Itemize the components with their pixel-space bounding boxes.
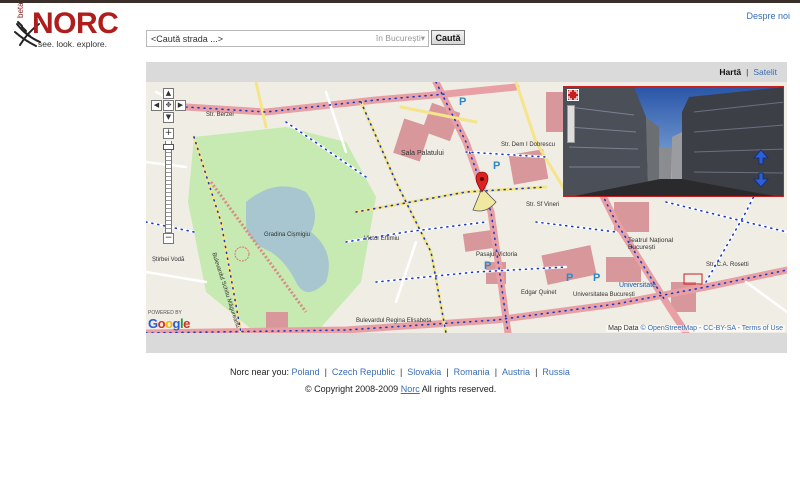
- norc-near-you: Norc near you: Poland | Czech Republic | Slo…: [230, 367, 570, 377]
- country-separator: |: [494, 367, 498, 377]
- country-link-russia[interactable]: Russia: [542, 367, 570, 377]
- label-victor-eftimiu: Victor Eftimiu: [364, 236, 400, 242]
- label-pasajul-victoria: Pasajul Victoria: [476, 252, 518, 258]
- center-icon[interactable]: ✥: [163, 100, 174, 111]
- country-link-romania[interactable]: Romania: [454, 367, 490, 377]
- country-separator: |: [399, 367, 403, 377]
- terms-of-use-link[interactable]: - Terms of Use: [738, 325, 783, 332]
- zoom-slider-thumb[interactable]: [163, 144, 174, 150]
- logo-wordmark: NORC: [32, 7, 119, 40]
- parking-icon: P: [493, 160, 501, 172]
- country-separator: |: [446, 367, 449, 377]
- country-link-czech-republic[interactable]: Czech Republic: [332, 367, 395, 377]
- parking-icon: P: [459, 96, 467, 108]
- beta-badge: beta: [16, 2, 25, 18]
- arrow-left-icon[interactable]: ◀: [151, 100, 162, 111]
- label-c-a-rosetti: Str. C.A. Rosetti: [706, 262, 749, 268]
- expand-icon[interactable]: [567, 89, 579, 101]
- label-universitatea-bucuresti: Universitatea București: [573, 292, 635, 298]
- copyright-prefix: © Copyright 2008-2009: [305, 384, 399, 394]
- map-type-harta[interactable]: Hartă: [719, 67, 741, 77]
- city-select[interactable]: în București▾: [376, 33, 425, 44]
- blue-down-arrow-icon[interactable]: [753, 172, 769, 188]
- label-str-berzei: Str. Berzei: [206, 112, 234, 118]
- near-you-label: Norc near you:: [230, 367, 290, 377]
- country-link-slovakia[interactable]: Slovakia: [407, 367, 441, 377]
- street-search-input[interactable]: [147, 31, 357, 46]
- norc-logo[interactable]: beta NORC see. look. explore.: [14, 2, 124, 54]
- map-type-separator: |: [746, 67, 749, 77]
- parking-icon: P: [593, 272, 601, 284]
- country-separator: |: [535, 367, 538, 377]
- minus-icon[interactable]: −: [163, 233, 174, 244]
- parking-icon: P: [566, 272, 574, 284]
- label-edgar-quinet: Edgar Quinet: [521, 290, 557, 296]
- label-teatrul-national: Teatrul Național București: [628, 237, 674, 251]
- arrow-up-icon[interactable]: ▲: [163, 88, 174, 99]
- map-attribution: Map Data © OpenStreetMap - CC-BY-SA - Te…: [606, 325, 785, 332]
- map-type-satelit[interactable]: Satelit: [753, 67, 777, 77]
- copyright-suffix: All rights reserved.: [421, 384, 497, 394]
- attribution-prefix: Map Data: [608, 325, 639, 332]
- copyright-notice: © Copyright 2008-2009 Norc All rights re…: [305, 384, 496, 394]
- copyright-norc-link[interactable]: Norc: [401, 384, 420, 394]
- country-link-austria[interactable]: Austria: [502, 367, 530, 377]
- map-navigation-control: ▲ ◀ ✥ ▶ ▼ + −: [149, 86, 187, 246]
- google-wordmark: Google: [148, 316, 190, 331]
- country-link-poland[interactable]: Poland: [292, 367, 320, 377]
- blue-up-arrow-icon[interactable]: [753, 149, 769, 165]
- map-type-switcher: Hartă | Satelit: [719, 67, 777, 77]
- search-button[interactable]: Caută: [431, 30, 465, 45]
- label-bd-regina-elisabeta: Bulevardul Regina Elisabeta: [356, 318, 432, 324]
- search-box: în București▾: [146, 30, 429, 47]
- country-separator: |: [324, 367, 327, 377]
- attribution-osm-link[interactable]: © OpenStreetMap - CC-BY-SA: [640, 325, 735, 332]
- chevron-down-icon: ▾: [420, 33, 425, 43]
- label-str-dem-dobrescu: Str. Dem I Dobrescu: [501, 142, 556, 148]
- label-sala-palatului: Sala Palatului: [401, 150, 444, 157]
- label-str-sf-vineri: Str. Sf Vineri: [526, 202, 560, 208]
- arrow-down-icon[interactable]: ▼: [163, 112, 174, 123]
- city-select-value: în București: [375, 33, 421, 43]
- top-bar: [0, 0, 800, 3]
- label-universitate-metro: Universitate: [619, 282, 656, 289]
- label-gradina-cismigiu: Gradina Cișmigiu: [264, 232, 311, 238]
- logo-tagline: see. look. explore.: [38, 39, 107, 49]
- map-panel: Hartă | Satelit Str. Berzei Sala Palatul…: [146, 62, 787, 353]
- zoom-slider-track[interactable]: [165, 141, 172, 233]
- arrow-right-icon[interactable]: ▶: [175, 100, 186, 111]
- street-view-zoom-bar[interactable]: [567, 105, 575, 143]
- street-view-panel[interactable]: [563, 86, 784, 197]
- plus-icon[interactable]: +: [163, 128, 174, 139]
- parking-icon: P: [484, 260, 492, 272]
- street-view-photo[interactable]: [564, 87, 784, 197]
- label-stirbei-voda: Știrbei Vodă: [152, 257, 185, 263]
- google-logo[interactable]: POWERED BY Google: [148, 310, 190, 331]
- about-link[interactable]: Despre noi: [746, 11, 790, 21]
- map-view[interactable]: Str. Berzei Sala Palatului Str. Dem I Do…: [146, 82, 787, 333]
